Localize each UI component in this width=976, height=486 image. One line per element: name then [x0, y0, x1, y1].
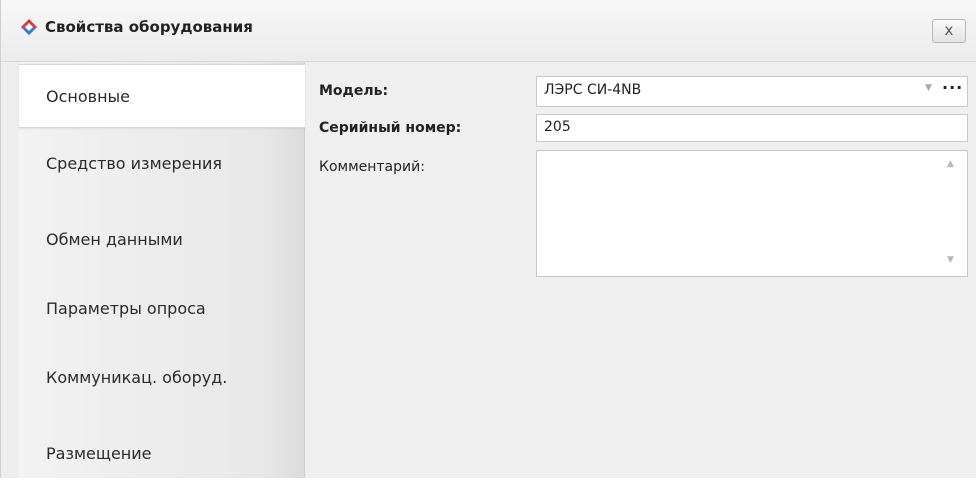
model-label: Модель:	[319, 83, 389, 99]
sidebar-item-data-exchange[interactable]: Обмен данными	[19, 208, 305, 272]
scroll-down-arrow-icon[interactable]: ▼	[947, 255, 954, 265]
window-title: Свойства оборудования	[45, 18, 253, 36]
sidebar-item-communication-equipment[interactable]: Коммуникац. оборуд.	[19, 346, 305, 410]
dropdown-arrow-icon[interactable]: ▼	[925, 83, 932, 93]
equipment-properties-window: Свойства оборудования x Основные Средств…	[0, 0, 976, 478]
sidebar-item-measuring-instrument[interactable]: Средство измерения	[19, 132, 305, 196]
sidebar-item-placement[interactable]: Размещение	[19, 422, 305, 486]
model-dropdown[interactable]: ЛЭРС СИ-4NB ▼ ···	[536, 76, 968, 107]
app-diamond-icon	[21, 19, 37, 35]
sidebar-item-polling-parameters[interactable]: Параметры опроса	[19, 277, 305, 341]
scroll-up-arrow-icon[interactable]: ▲	[947, 159, 954, 169]
serial-number-label: Серийный номер:	[319, 120, 462, 136]
serial-number-value: 205	[544, 119, 571, 135]
serial-number-input[interactable]: 205	[536, 114, 968, 142]
model-value: ЛЭРС СИ-4NB	[544, 82, 642, 98]
sidebar-item-main[interactable]: Основные	[19, 64, 305, 128]
content-panel: Модель: ЛЭРС СИ-4NB ▼ ··· Серийный номер…	[306, 62, 976, 478]
comment-label: Комментарий:	[319, 159, 425, 175]
comment-textarea[interactable]: ▲ ▼	[536, 150, 968, 277]
dialog-body: Основные Средство измерения Обмен данным…	[1, 62, 976, 478]
title-bar[interactable]: Свойства оборудования x	[1, 0, 976, 62]
browse-ellipsis-button[interactable]: ···	[942, 78, 963, 97]
sidebar-nav: Основные Средство измерения Обмен данным…	[19, 62, 305, 478]
close-button[interactable]: x	[932, 19, 966, 43]
